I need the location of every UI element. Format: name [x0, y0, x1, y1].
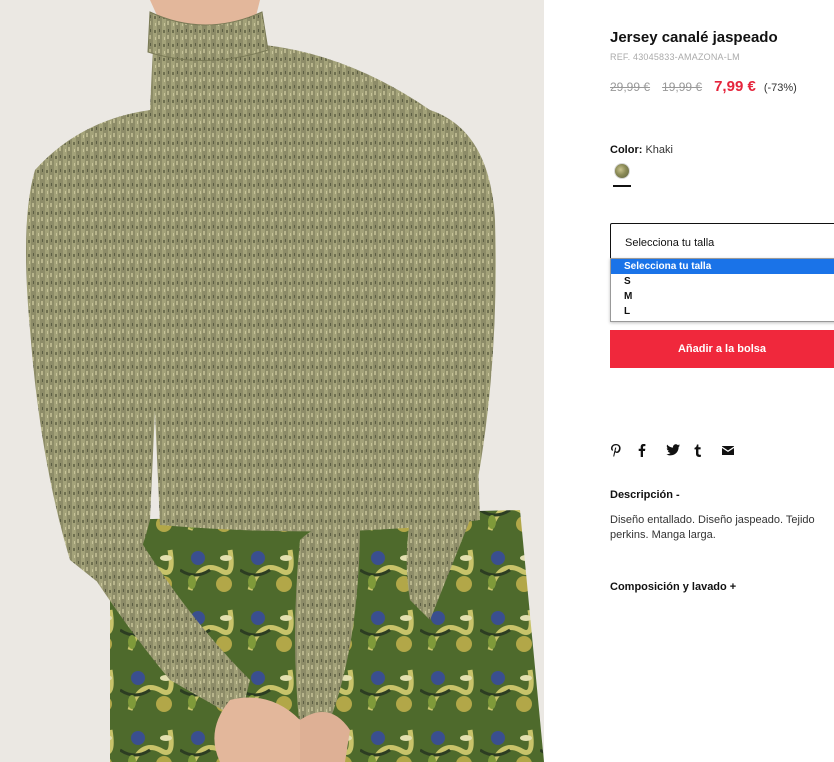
twitter-icon[interactable]: [666, 441, 694, 459]
product-photo-illustration: [0, 0, 544, 762]
color-label-row: Color: Khaki: [610, 144, 673, 156]
price-previous: 19,99 €: [662, 80, 703, 94]
size-option-l[interactable]: L: [611, 304, 834, 319]
color-label: Color:: [610, 144, 643, 156]
size-option-s[interactable]: S: [611, 274, 834, 289]
color-value: Khaki: [645, 144, 673, 156]
price-row: 29,99 € 19,99 € 7,99 € (-73%): [610, 78, 797, 95]
discount-badge: (-73%): [763, 82, 797, 94]
product-photo[interactable]: [0, 0, 544, 762]
add-to-bag-button[interactable]: Añadir a la bolsa: [610, 330, 834, 368]
description-text: Diseño entallado. Diseño jaspeado. Tejid…: [610, 514, 815, 541]
add-to-bag-label: Añadir a la bolsa: [677, 343, 767, 355]
selected-swatch-indicator: [613, 185, 631, 187]
email-icon[interactable]: [722, 441, 750, 459]
size-select[interactable]: Selecciona tu talla: [610, 223, 834, 261]
description-toggle[interactable]: Descripción -: [610, 489, 680, 501]
product-title: Jersey canalé jaspeado: [610, 29, 778, 46]
share-bar: [610, 441, 750, 459]
size-dropdown-list: Selecciona tu talla S M L: [610, 258, 834, 322]
product-info-panel: Jersey canalé jaspeado REF. 43045833-AMA…: [610, 0, 834, 762]
pinterest-icon[interactable]: [610, 441, 638, 459]
size-option-m[interactable]: M: [611, 289, 834, 304]
product-reference: REF. 43045833-AMAZONA-LM: [610, 52, 740, 62]
price-current: 7,99 €: [714, 78, 756, 95]
price-original: 29,99 €: [610, 80, 651, 94]
color-swatch-khaki[interactable]: [614, 163, 630, 179]
tumblr-icon[interactable]: [694, 441, 722, 459]
facebook-icon[interactable]: [638, 441, 666, 459]
composition-toggle[interactable]: Composición y lavado +: [610, 581, 736, 593]
size-option-placeholder[interactable]: Selecciona tu talla: [611, 259, 834, 274]
